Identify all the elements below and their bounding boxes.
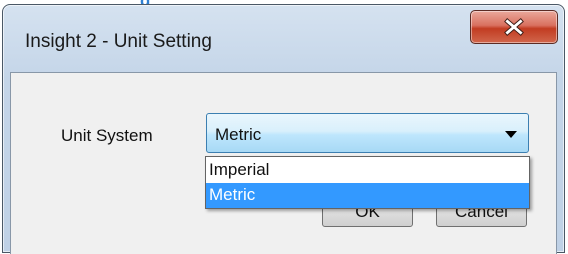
close-button[interactable] <box>470 10 558 44</box>
unit-system-combobox[interactable]: Metric <box>206 113 529 153</box>
dropdown-option-imperial[interactable]: Imperial <box>206 158 529 183</box>
unit-system-value: Metric <box>215 125 262 144</box>
dialog-window: Insight 2 - Unit Setting Unit System Met… <box>2 4 565 254</box>
window-title: Insight 2 - Unit Setting <box>25 31 212 52</box>
unit-system-label: Unit System <box>61 126 153 145</box>
title-bar[interactable]: Insight 2 - Unit Setting <box>3 5 564 72</box>
dropdown-option-metric[interactable]: Metric <box>206 183 529 208</box>
close-icon <box>504 18 524 36</box>
unit-system-dropdown-list: Imperial Metric <box>205 156 530 209</box>
chevron-down-icon[interactable] <box>505 131 517 138</box>
